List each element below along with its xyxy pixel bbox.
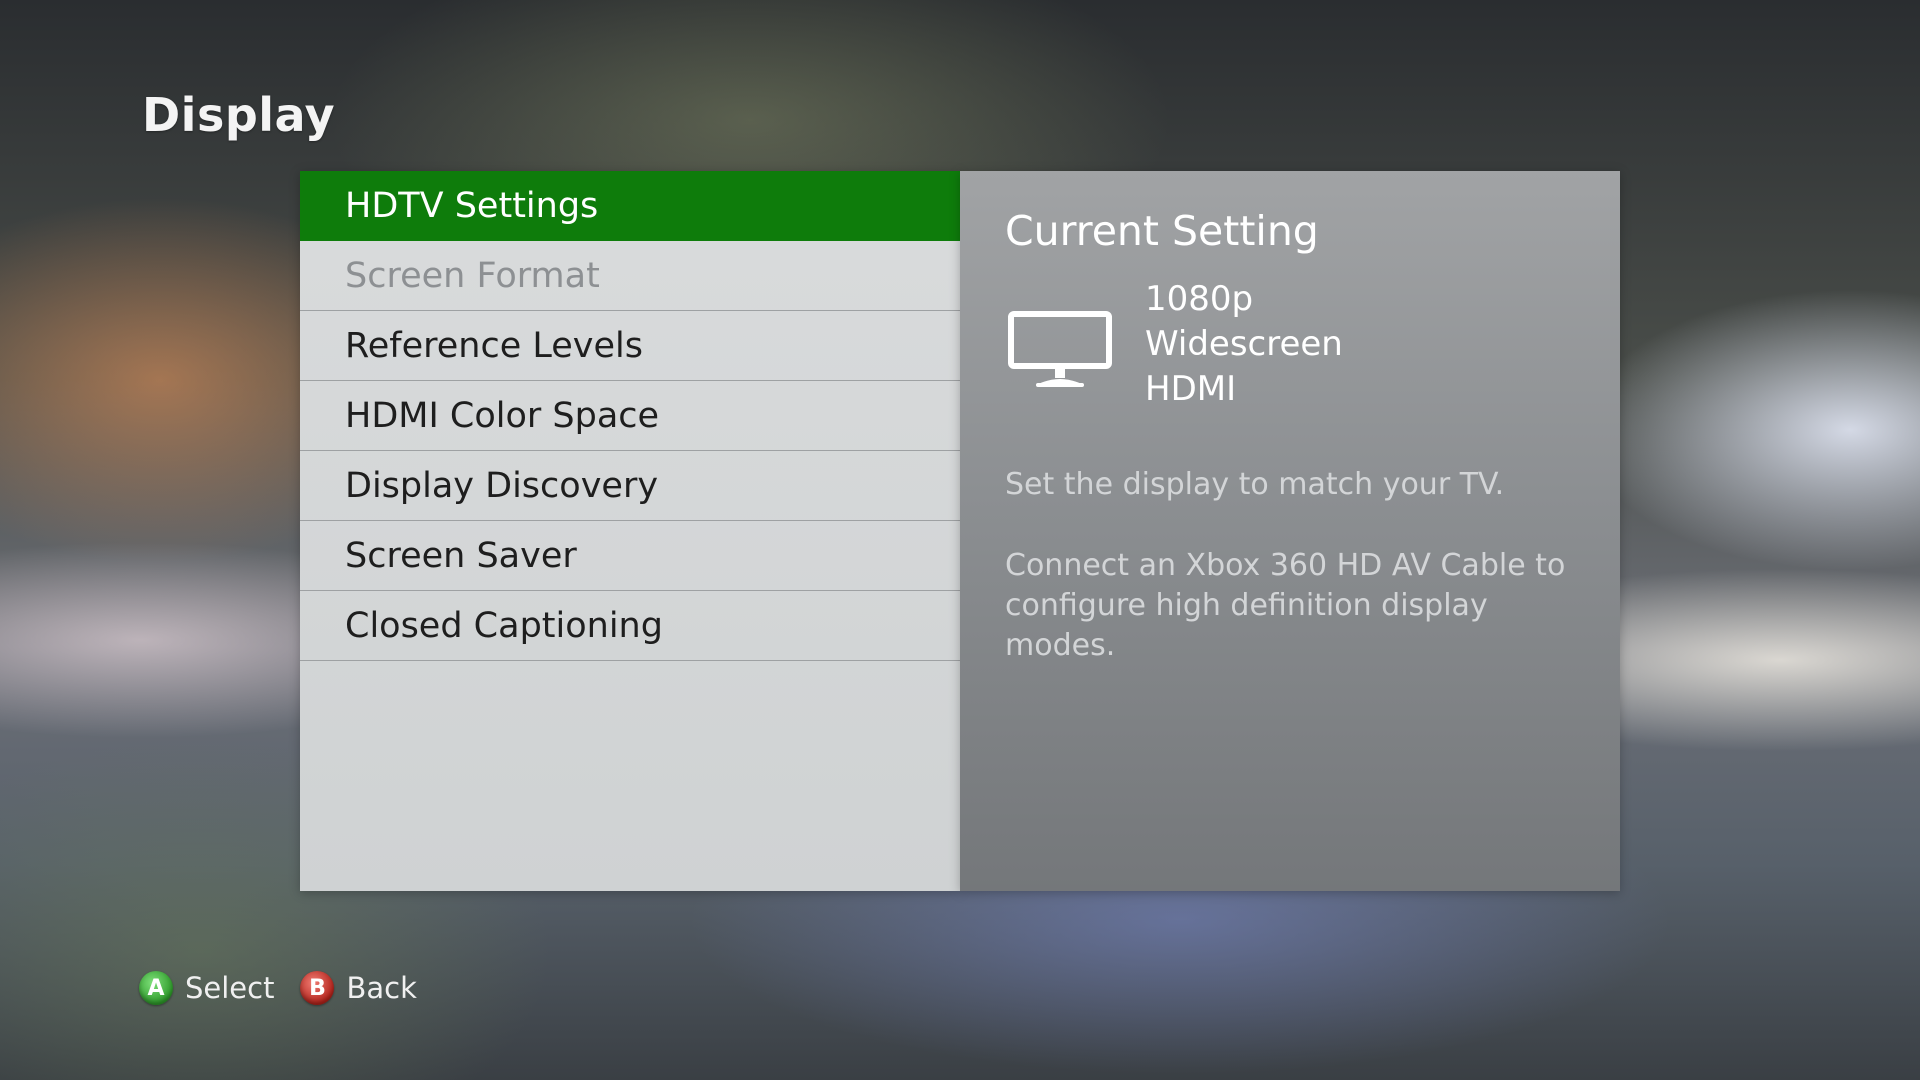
back-hint[interactable]: B Back	[300, 971, 417, 1005]
current-setting-heading: Current Setting	[1005, 207, 1319, 255]
cable-hint-text: Connect an Xbox 360 HD AV Cable to confi…	[1005, 548, 1566, 663]
connection-value: HDMI	[1145, 369, 1237, 409]
select-hint[interactable]: A Select	[139, 971, 274, 1005]
menu-item-hdmi-color-space[interactable]: HDMI Color Space	[300, 381, 960, 451]
menu-item-screen-format[interactable]: Screen Format	[300, 241, 960, 311]
menu-item-display-discovery[interactable]: Display Discovery	[300, 451, 960, 521]
settings-menu: HDTV Settings Screen Format Reference Le…	[300, 171, 960, 891]
menu-item-screen-saver[interactable]: Screen Saver	[300, 521, 960, 591]
description-text: Set the display to match your TV.	[1005, 467, 1505, 502]
menu-item-reference-levels[interactable]: Reference Levels	[300, 311, 960, 381]
button-hints: A Select B Back	[139, 971, 443, 1005]
menu-item-hdtv-settings[interactable]: HDTV Settings	[300, 171, 960, 241]
info-panel: Current Setting 1080p Widescreen HDMI Se…	[960, 171, 1620, 891]
settings-panel: HDTV Settings Screen Format Reference Le…	[300, 171, 1620, 891]
aspect-value: Widescreen	[1145, 324, 1343, 364]
current-setting-values: 1080p Widescreen HDMI	[1145, 277, 1343, 412]
a-button-icon: A	[139, 971, 173, 1005]
page-title: Display	[142, 88, 336, 142]
b-button-icon: B	[300, 971, 335, 1005]
resolution-value: 1080p	[1145, 279, 1254, 319]
tv-icon	[1008, 311, 1112, 387]
back-label: Back	[346, 971, 417, 1005]
menu-item-closed-captioning[interactable]: Closed Captioning	[300, 591, 960, 661]
select-label: Select	[185, 971, 275, 1005]
